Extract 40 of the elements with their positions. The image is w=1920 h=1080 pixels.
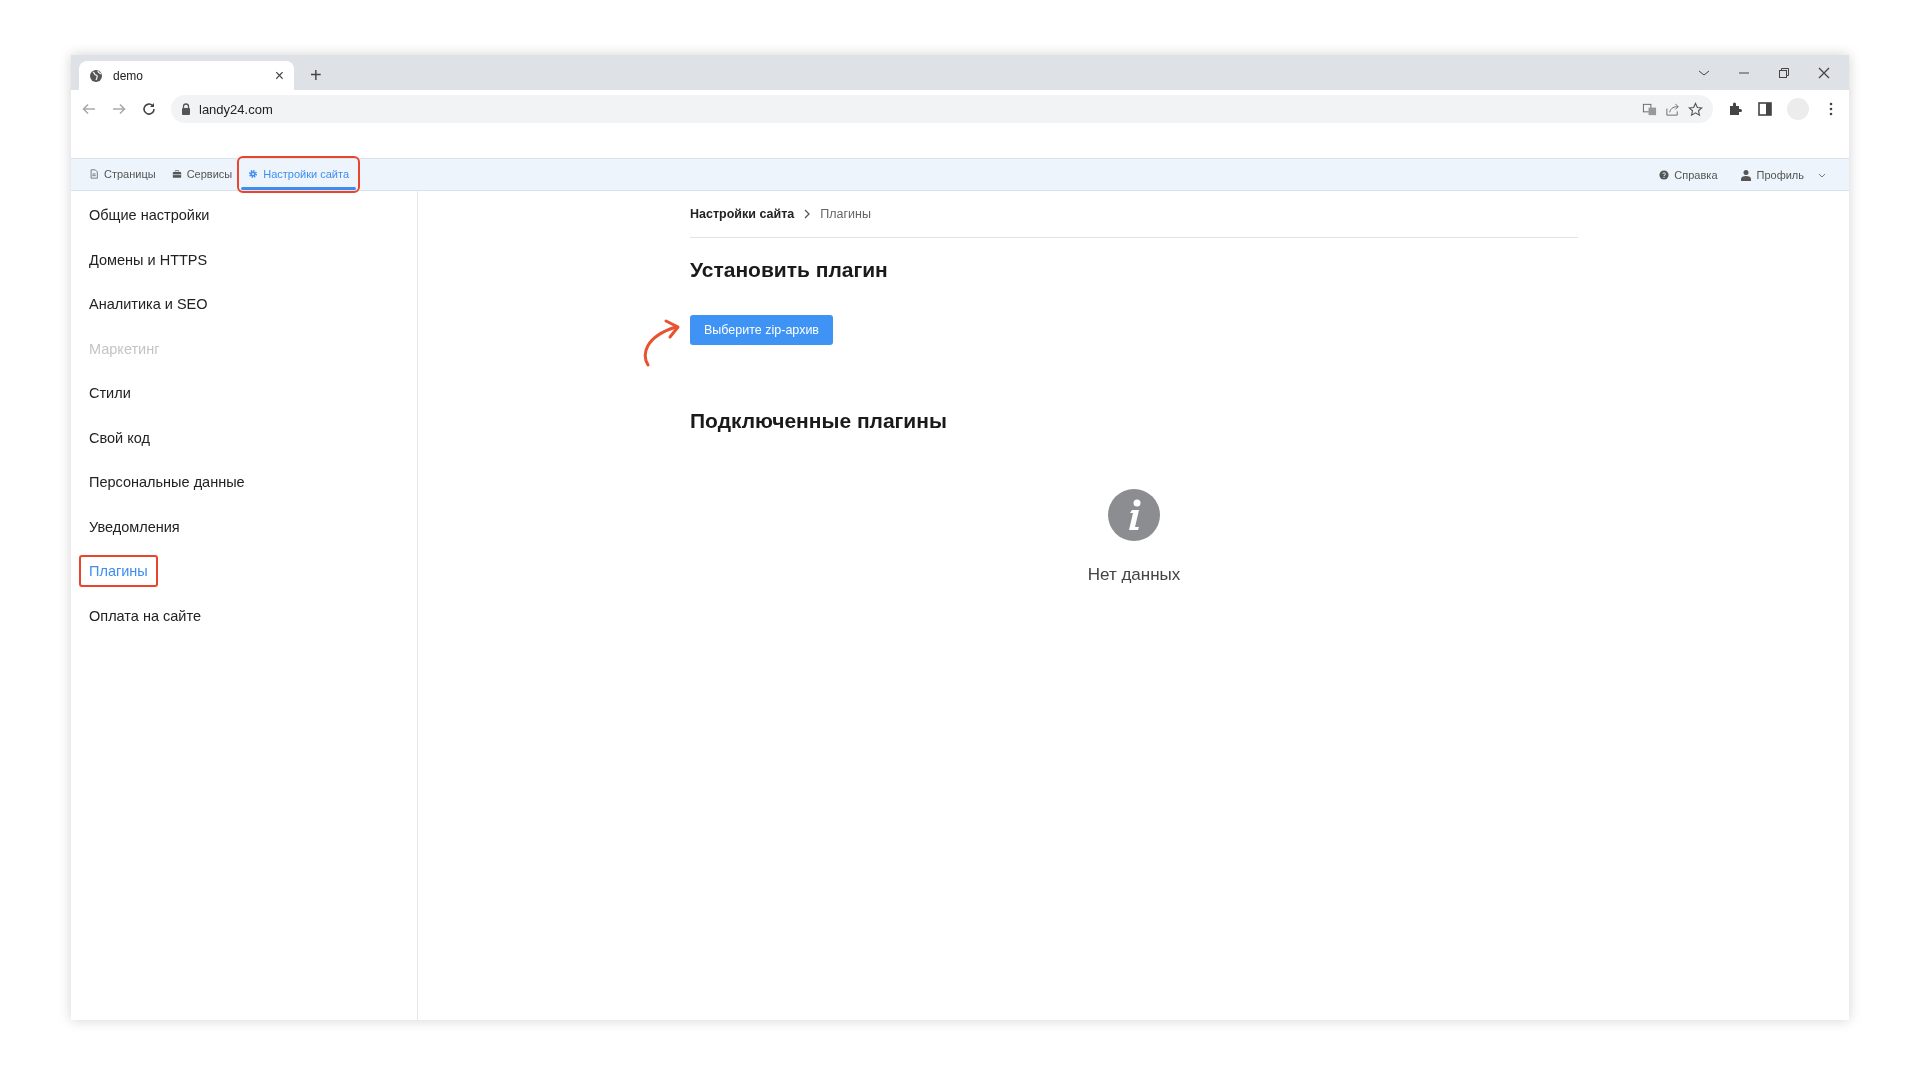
reload-icon[interactable]: [141, 101, 157, 117]
tab-title: demo: [113, 68, 145, 83]
close-tab-button[interactable]: ×: [274, 66, 284, 85]
empty-state-text: Нет данных: [1087, 565, 1181, 585]
sidebar-item[interactable]: Свой код: [79, 421, 160, 454]
close-icon[interactable]: [1817, 65, 1831, 80]
star-icon[interactable]: [1688, 101, 1703, 117]
sidebar-item[interactable]: Домены и HTTPS: [79, 243, 218, 276]
globe-icon: [89, 68, 103, 83]
help-icon: [1659, 169, 1670, 180]
sidebar-item[interactable]: Оплата на сайте: [79, 599, 211, 632]
sidebar-item[interactable]: Общие настройки: [79, 199, 220, 231]
toolbox-icon: [171, 169, 182, 179]
translate-icon[interactable]: [1642, 101, 1657, 117]
new-tab-button[interactable]: +: [310, 64, 322, 87]
help-link[interactable]: Справка: [1659, 168, 1718, 181]
sidebar-item[interactable]: Аналитика и SEO: [79, 288, 218, 320]
breadcrumb-item[interactable]: Настройки сайта: [690, 207, 795, 221]
puzzle-icon[interactable]: [1727, 101, 1743, 117]
lock-icon: [181, 103, 191, 115]
restore-icon[interactable]: [1777, 65, 1791, 80]
section-heading: Подключенные плагины: [690, 409, 948, 433]
profile-menu[interactable]: Профиль: [1739, 168, 1827, 181]
sidebar-item[interactable]: Уведомления: [79, 510, 190, 543]
nav-tab[interactable]: Сервисы: [163, 159, 241, 190]
user-icon: [1739, 168, 1752, 181]
share-icon[interactable]: [1665, 101, 1680, 117]
sidebar-item[interactable]: Персональные данные: [79, 466, 255, 498]
sidebar-item[interactable]: Стили: [79, 377, 141, 409]
url-text: landy24.com: [199, 101, 274, 117]
side-panel-icon[interactable]: [1757, 101, 1773, 117]
address-bar[interactable]: landy24.com: [171, 95, 1713, 123]
page-icon: [89, 169, 99, 179]
chevron-right-icon: [803, 209, 812, 219]
browser-tab[interactable]: demo ×: [79, 61, 294, 90]
gear-icon: [248, 169, 259, 179]
breadcrumb-item: Плагины: [820, 207, 871, 221]
nav-tab[interactable]: Страницы: [81, 159, 164, 190]
section-heading: Установить плагин: [690, 258, 889, 282]
info-icon: [1108, 489, 1160, 541]
